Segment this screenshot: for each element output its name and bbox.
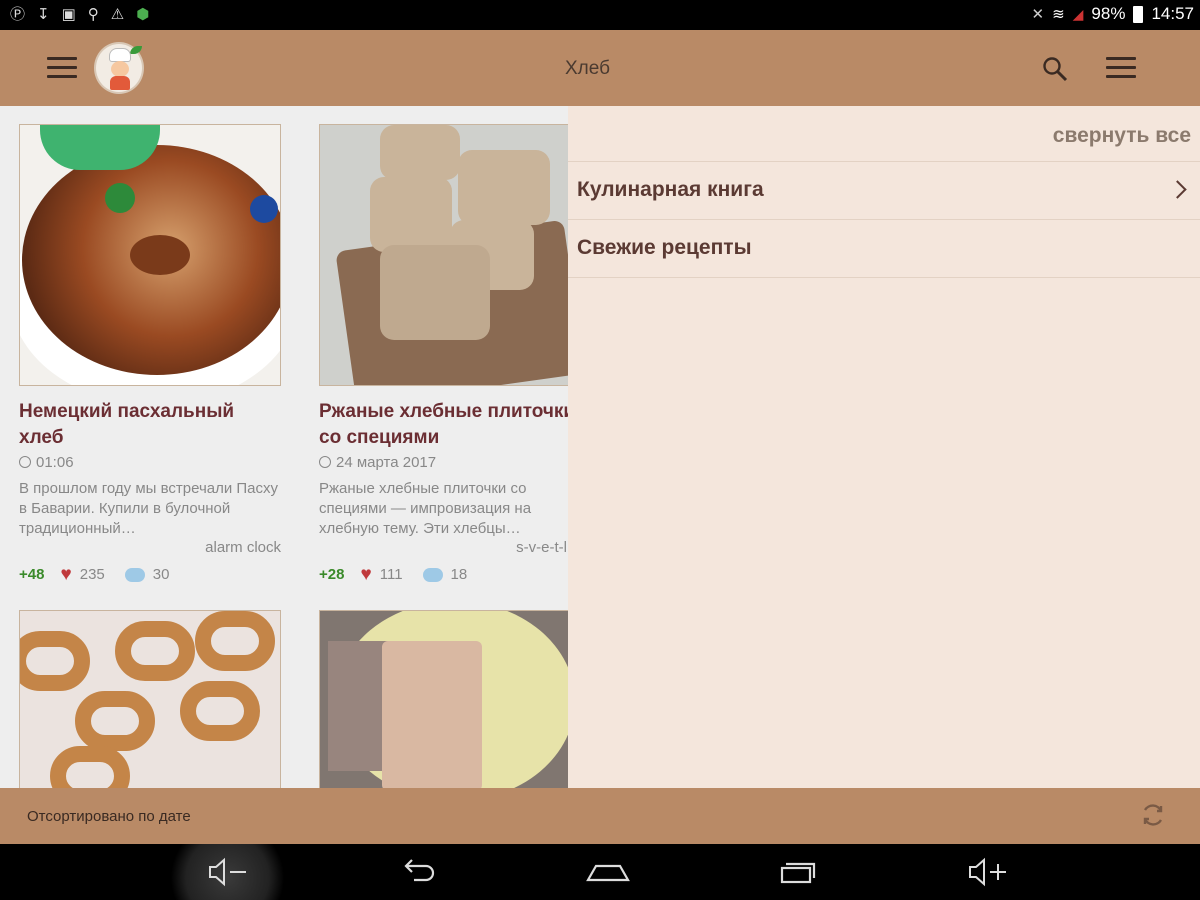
mute-icon: ✕ xyxy=(1031,6,1045,23)
drawer-item-cookbook[interactable]: Кулинарная книга xyxy=(568,162,1200,220)
collapse-all-button[interactable]: свернуть все xyxy=(568,106,1200,162)
recipe-list: Немецкий пасхальный хлеб 01:06 В прошлом… xyxy=(0,106,568,788)
page-title: Хлеб xyxy=(565,58,610,79)
recipe-author[interactable]: alarm clock xyxy=(19,539,281,556)
recipe-title[interactable]: Немецкий пасхальный хлеб xyxy=(19,399,281,451)
recipe-photo[interactable] xyxy=(19,610,281,788)
clock-icon xyxy=(319,456,331,468)
clock-icon xyxy=(19,456,31,468)
likes-count: 111 xyxy=(379,566,403,583)
drawer-item-label: Свежие рецепты xyxy=(577,236,752,259)
volume-up-icon[interactable] xyxy=(953,854,1023,890)
sort-label[interactable]: Отсортировано по дате xyxy=(27,808,191,825)
rating-plus: +28 xyxy=(319,566,345,583)
drawer-item-label: Кулинарная книга xyxy=(577,178,764,201)
notification-icons: Ⓟ ↧ ▣ ⚲ ⚠ ⬢ xyxy=(10,5,149,25)
heart-icon[interactable]: ♥ xyxy=(60,565,71,584)
comments-icon[interactable] xyxy=(124,567,145,582)
recipe-card[interactable] xyxy=(19,610,281,788)
comments-count: 18 xyxy=(450,566,468,583)
chevron-right-icon xyxy=(1168,180,1187,199)
recipe-date: 24 марта 2017 xyxy=(319,454,568,471)
drawer-item-fresh-recipes[interactable]: Свежие рецепты xyxy=(568,220,1200,278)
download-icon: ↧ xyxy=(37,6,50,23)
recipe-stats: +48 ♥ 235 30 xyxy=(19,565,281,584)
image-icon: ▣ xyxy=(61,6,76,23)
search-notif-icon: ⚲ xyxy=(87,6,99,23)
recipe-card[interactable]: Ржаные хлебные плиточки со специями 24 м… xyxy=(319,124,568,584)
heart-icon[interactable]: ♥ xyxy=(360,565,371,584)
recipe-description: Ржаные хлебные плиточки со специями — им… xyxy=(319,480,532,537)
status-bar: Ⓟ ↧ ▣ ⚲ ⚠ ⬢ ✕ ≋ ◢ 98% 14:57 xyxy=(0,0,1200,30)
search-icon[interactable] xyxy=(1042,56,1068,82)
shield-icon: ⬢ xyxy=(136,6,150,23)
app-bar: Хлеб xyxy=(0,30,1200,106)
recipe-photo[interactable] xyxy=(319,610,568,788)
wifi-icon: ≋ xyxy=(1052,6,1065,23)
navigation-drawer: свернуть все Кулинарная книга Свежие рец… xyxy=(568,106,1200,788)
recipe-photo[interactable] xyxy=(319,124,568,386)
system-status: ✕ ≋ ◢ 98% 14:57 xyxy=(1031,4,1194,24)
recent-apps-icon[interactable] xyxy=(763,854,833,890)
comments-count: 30 xyxy=(152,566,170,583)
recipe-photo[interactable] xyxy=(19,124,281,386)
comments-icon[interactable] xyxy=(422,567,443,582)
home-icon[interactable] xyxy=(573,854,643,890)
likes-count: 235 xyxy=(79,566,105,583)
vpn-icon: Ⓟ xyxy=(10,6,26,23)
battery-icon xyxy=(1133,5,1144,23)
recipe-author[interactable]: s-v-e-t-l xyxy=(319,539,567,556)
refresh-icon[interactable] xyxy=(1140,802,1166,828)
clock: 14:57 xyxy=(1151,4,1194,23)
volume-down-icon[interactable] xyxy=(193,854,263,890)
overflow-menu-icon[interactable] xyxy=(1106,57,1136,79)
recipe-date: 01:06 xyxy=(19,454,281,471)
sort-bar: Отсортировано по дате xyxy=(0,788,1200,844)
back-icon[interactable] xyxy=(383,854,453,890)
signal-icon: ◢ xyxy=(1072,5,1084,22)
recipe-title[interactable]: Ржаные хлебные плиточки со специями xyxy=(319,399,568,451)
rating-plus: +48 xyxy=(19,566,45,583)
recipe-card[interactable] xyxy=(319,610,568,788)
battery-percent: 98% xyxy=(1091,4,1126,23)
recipe-stats: +28 ♥ 111 18 xyxy=(319,565,568,584)
warning-icon: ⚠ xyxy=(110,6,125,23)
system-nav-bar xyxy=(0,844,1200,900)
recipe-description: В прошлом году мы встречали Пасху в Бава… xyxy=(19,480,279,537)
recipe-card[interactable]: Немецкий пасхальный хлеб 01:06 В прошлом… xyxy=(19,124,281,584)
